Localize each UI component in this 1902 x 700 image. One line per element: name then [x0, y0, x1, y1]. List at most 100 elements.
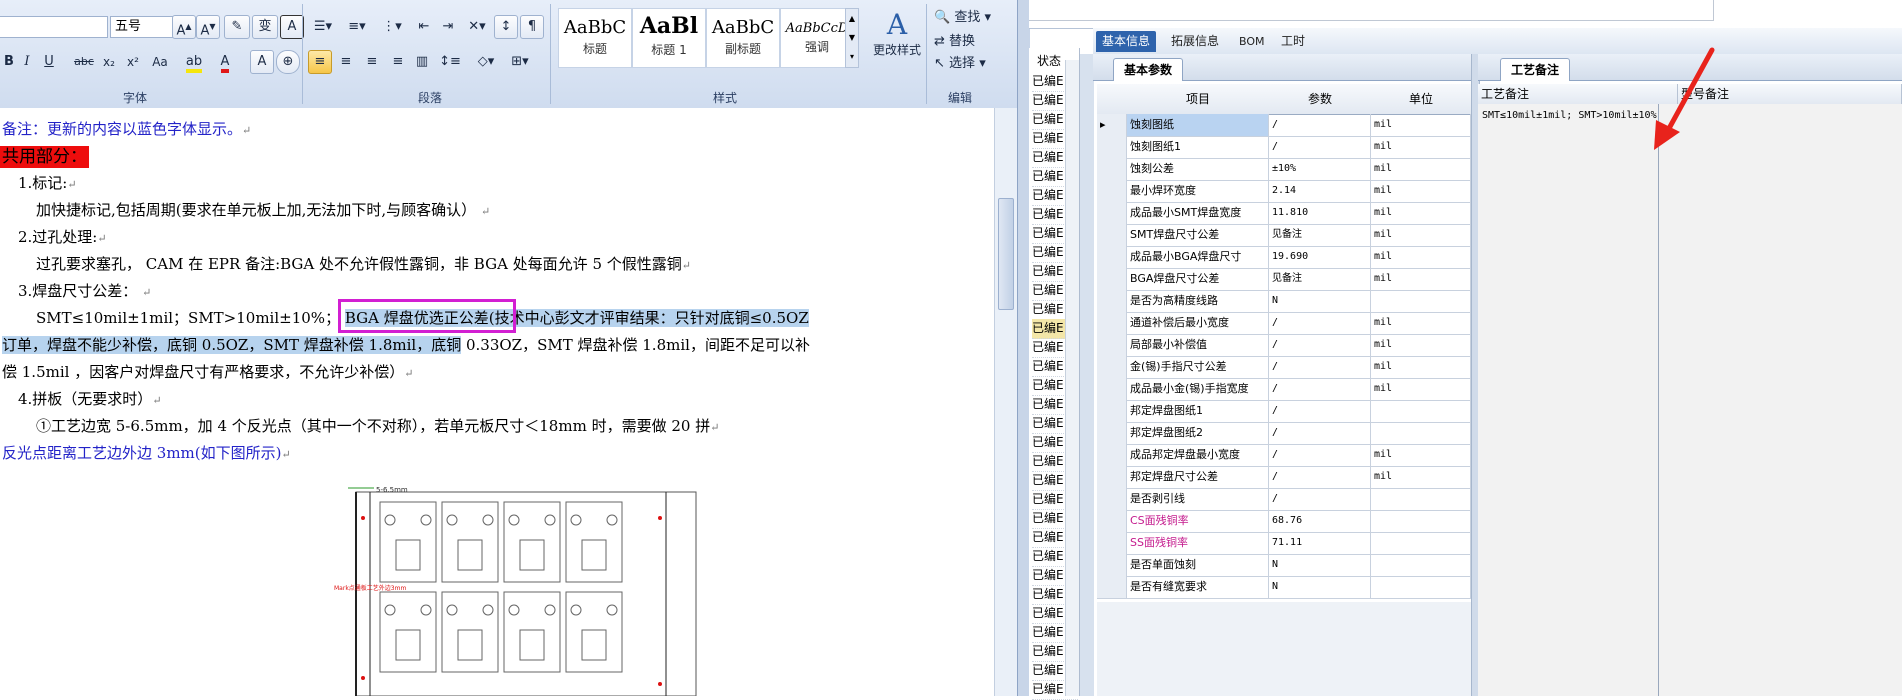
cell-item[interactable]: SS面残铜率: [1127, 532, 1269, 554]
row-indicator[interactable]: [1097, 510, 1127, 532]
cell-unit[interactable]: mil: [1371, 378, 1471, 400]
bullets-button[interactable]: ☰▾: [308, 15, 338, 39]
grid-row[interactable]: 成品邦定焊盘最小宽度 / mil: [1097, 444, 1471, 467]
cell-param[interactable]: /: [1269, 334, 1371, 356]
change-case-button[interactable]: Aa: [146, 50, 174, 74]
styles-scroll[interactable]: ▲ ▼ ▾: [845, 8, 859, 68]
align-center-button[interactable]: ≡: [334, 50, 358, 74]
row-indicator[interactable]: ▸: [1097, 114, 1127, 136]
cell-unit[interactable]: mil: [1371, 202, 1471, 224]
enclose-char-button[interactable]: ⊕: [276, 50, 300, 74]
cell-item[interactable]: 邦定焊盘尺寸公差: [1127, 466, 1269, 488]
grid-row[interactable]: 成品最小金(锡)手指宽度 / mil: [1097, 378, 1471, 401]
grid-row[interactable]: 蚀刻图纸1/mil: [1097, 136, 1471, 159]
change-styles-button[interactable]: A 更改样式: [866, 8, 928, 58]
cell-item[interactable]: 是否为高精度线路: [1127, 290, 1269, 312]
show-marks-button[interactable]: ¶: [520, 15, 544, 39]
cell-unit[interactable]: mil: [1371, 136, 1471, 158]
shrink-font-button[interactable]: A▼: [196, 15, 220, 39]
font-color-button[interactable]: A: [212, 50, 238, 74]
cell-item[interactable]: 金(锡)手指尺寸公差: [1127, 356, 1269, 378]
underline-button[interactable]: U: [38, 50, 60, 74]
cell-unit[interactable]: mil: [1371, 268, 1471, 290]
row-indicator[interactable]: [1097, 202, 1127, 224]
cell-param[interactable]: 11.810: [1269, 202, 1371, 224]
grid-row[interactable]: 邦定焊盘图纸1/: [1097, 400, 1471, 423]
grid-row[interactable]: 最小焊环宽度 2.14 mil: [1097, 180, 1471, 203]
row-indicator[interactable]: [1097, 378, 1127, 400]
row-indicator[interactable]: [1097, 290, 1127, 312]
grid-row[interactable]: 是否有缝宽要求 N: [1097, 576, 1471, 599]
cell-item[interactable]: 成品最小SMT焊盘宽度: [1127, 202, 1269, 224]
row-indicator[interactable]: [1097, 136, 1127, 158]
cell-param[interactable]: N: [1269, 576, 1371, 598]
document-page[interactable]: 备注：更新的内容以蓝色字体显示。↵ 共用部分： 1.标记:↵ 加快捷标记,包括周…: [0, 108, 1017, 696]
cell-unit[interactable]: mil: [1371, 246, 1471, 268]
phonetic-guide-button[interactable]: 变: [252, 15, 278, 39]
cell-param[interactable]: /: [1269, 114, 1371, 136]
find-button[interactable]: 🔍 查找 ▾: [934, 6, 991, 25]
cell-item[interactable]: 是否剥引线: [1127, 488, 1269, 510]
cell-param[interactable]: N: [1269, 290, 1371, 312]
row-indicator[interactable]: [1097, 532, 1127, 554]
highlight-color-button[interactable]: ab: [180, 50, 208, 74]
cell-unit[interactable]: [1371, 400, 1471, 422]
grid-row[interactable]: 蚀刻公差 ±10% mil: [1097, 158, 1471, 181]
cell-param[interactable]: 2.14: [1269, 180, 1371, 202]
row-indicator[interactable]: [1097, 444, 1127, 466]
row-indicator[interactable]: [1097, 466, 1127, 488]
cell-item[interactable]: 蚀刻图纸: [1127, 114, 1269, 136]
multilevel-list-button[interactable]: ⋮▾: [376, 15, 408, 39]
char-border-button[interactable]: A: [280, 15, 304, 39]
justify-button[interactable]: ≡: [386, 50, 410, 74]
left-splitter[interactable]: [1079, 54, 1094, 696]
cell-param[interactable]: /: [1269, 400, 1371, 422]
grid-col-param[interactable]: 参数: [1269, 84, 1372, 115]
cell-item[interactable]: 蚀刻公差: [1127, 158, 1269, 180]
process-remarks-tab[interactable]: 工艺备注: [1500, 58, 1571, 81]
tab-extended-info[interactable]: 拓展信息: [1165, 31, 1225, 52]
cell-unit[interactable]: [1371, 576, 1471, 598]
cell-item[interactable]: 成品最小BGA焊盘尺寸: [1127, 246, 1269, 268]
cell-unit[interactable]: [1371, 422, 1471, 444]
numbering-button[interactable]: ≡▾: [342, 15, 372, 39]
bold-button[interactable]: B: [0, 50, 18, 74]
style-emphasis[interactable]: AaBbCcD 强调: [780, 8, 854, 68]
row-indicator[interactable]: [1097, 334, 1127, 356]
grid-row[interactable]: 通道补偿后最小宽度 / mil: [1097, 312, 1471, 335]
superscript-button[interactable]: x²: [122, 50, 144, 74]
cell-unit[interactable]: [1371, 510, 1471, 532]
cell-item[interactable]: 是否单面蚀刻: [1127, 554, 1269, 576]
cell-item[interactable]: 邦定焊盘图纸2: [1127, 422, 1269, 444]
sort-button[interactable]: ↕: [494, 15, 518, 39]
cell-param[interactable]: 71.11: [1269, 532, 1371, 554]
font-size-combo[interactable]: 五号: [110, 16, 174, 38]
cell-param[interactable]: /: [1269, 136, 1371, 158]
cell-param[interactable]: 见备注: [1269, 224, 1371, 246]
cell-unit[interactable]: mil: [1371, 158, 1471, 180]
cell-unit[interactable]: [1371, 554, 1471, 576]
erp-top-field[interactable]: [1029, 0, 1714, 21]
grid-row[interactable]: SS面残铜率 71.11: [1097, 532, 1471, 555]
process-remark-text[interactable]: SMT≤10mil±1mil; SMT>10mil±10%: [1482, 110, 1657, 122]
cell-unit[interactable]: mil: [1371, 224, 1471, 246]
increase-indent-button[interactable]: ⇥: [436, 15, 460, 39]
row-indicator[interactable]: [1097, 312, 1127, 334]
cell-item[interactable]: 成品最小金(锡)手指宽度: [1127, 378, 1269, 400]
cell-param[interactable]: 19.690: [1269, 246, 1371, 268]
document-vertical-scrollbar[interactable]: [994, 108, 1017, 696]
cell-item[interactable]: 通道补偿后最小宽度: [1127, 312, 1269, 334]
cell-unit[interactable]: mil: [1371, 312, 1471, 334]
tab-work-hours[interactable]: 工时: [1275, 31, 1311, 52]
tab-basic-info[interactable]: 基本信息: [1096, 31, 1157, 52]
style-heading1[interactable]: AaBl 标题 1: [632, 8, 706, 68]
cell-unit[interactable]: mil: [1371, 180, 1471, 202]
style-subtitle[interactable]: AaBbC 副标题: [706, 8, 780, 68]
cell-param[interactable]: 68.76: [1269, 510, 1371, 532]
cell-unit[interactable]: mil: [1371, 114, 1471, 136]
distributed-button[interactable]: ▥: [410, 50, 434, 74]
cell-param[interactable]: /: [1269, 312, 1371, 334]
cell-item[interactable]: BGA焊盘尺寸公差: [1127, 268, 1269, 290]
shading-button[interactable]: ◇▾: [470, 50, 502, 74]
cell-param[interactable]: N: [1269, 554, 1371, 576]
